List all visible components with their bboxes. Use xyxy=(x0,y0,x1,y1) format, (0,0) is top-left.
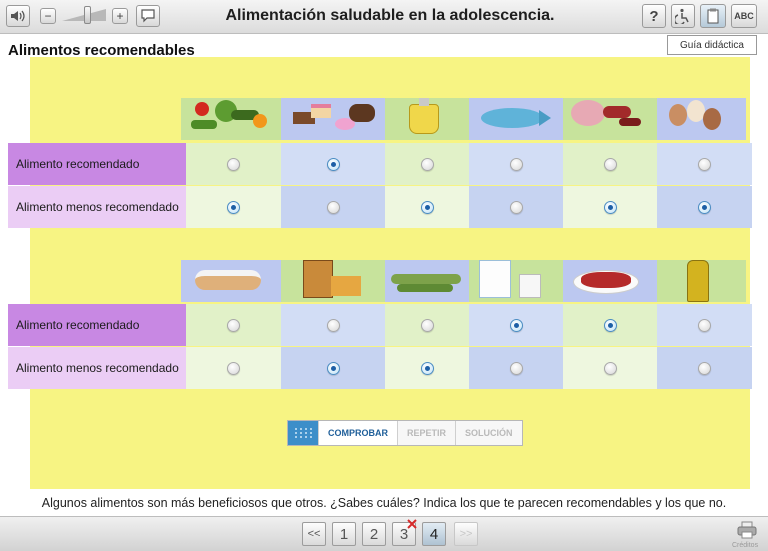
repetir-button[interactable]: REPETIR xyxy=(397,421,456,445)
radio-cell xyxy=(563,143,657,185)
page-1-button[interactable]: 1 xyxy=(332,522,356,546)
radio-cell xyxy=(385,186,469,228)
page-4-button[interactable]: 4 xyxy=(422,522,446,546)
table-1-row-less-recommended: Alimento menos recomendado xyxy=(8,186,752,228)
radio-recomendado-frutas[interactable] xyxy=(227,157,240,171)
radio-cell xyxy=(186,347,281,389)
radio-recomendado-cereales[interactable] xyxy=(326,318,340,332)
volume-slider[interactable] xyxy=(62,6,106,24)
radio-cell xyxy=(657,304,752,346)
volume-down-button[interactable]: − xyxy=(40,8,56,24)
radio-recomendado-carnes[interactable] xyxy=(603,157,617,171)
radio-cell xyxy=(563,347,657,389)
radio-cell xyxy=(281,304,385,346)
radio-menos-cereales[interactable] xyxy=(326,361,340,375)
aceite-icon xyxy=(385,98,469,140)
radio-recomendado-pescado[interactable] xyxy=(509,157,523,171)
radio-menos-aceite-botella[interactable] xyxy=(698,361,711,375)
dulces-icon xyxy=(281,98,385,140)
legumbres-icon xyxy=(385,260,469,302)
radio-menos-bolleria[interactable] xyxy=(227,361,240,375)
incorrect-mark-icon xyxy=(407,519,417,529)
comprobar-button[interactable]: COMPROBAR xyxy=(318,421,397,445)
help-button[interactable]: ? xyxy=(642,4,666,28)
page-2-button[interactable]: 2 xyxy=(362,522,386,546)
carnes-embutidos-icon xyxy=(563,98,657,140)
radio-recomendado-aceite-botella[interactable] xyxy=(698,318,711,332)
radio-menos-carnes[interactable] xyxy=(603,200,617,214)
dots-icon xyxy=(288,421,318,445)
radio-menos-carne-roja[interactable] xyxy=(603,361,617,375)
printer-icon[interactable] xyxy=(737,521,757,544)
row-label-less-recommended: Alimento menos recomendado xyxy=(8,347,186,389)
speaker-icon[interactable] xyxy=(6,5,30,27)
radio-cell xyxy=(469,186,563,228)
abc-button[interactable]: ABC xyxy=(731,4,757,28)
solucion-button[interactable]: SOLUCIÓN xyxy=(455,421,522,445)
frutas-verduras-icon xyxy=(181,98,281,140)
radio-cell xyxy=(385,347,469,389)
speech-bubble-icon[interactable] xyxy=(136,5,160,27)
radio-recomendado-legumbres[interactable] xyxy=(420,318,434,332)
radio-menos-dulces[interactable] xyxy=(326,200,340,214)
radio-recomendado-aceite[interactable] xyxy=(420,157,434,171)
table-2-row-less-recommended: Alimento menos recomendado xyxy=(8,347,752,389)
radio-cell xyxy=(281,186,385,228)
radio-cell xyxy=(563,186,657,228)
radio-menos-pescado[interactable] xyxy=(509,200,523,214)
instructions-text: Algunos alimentos son más beneficiosos q… xyxy=(0,490,768,516)
clipboard-icon[interactable] xyxy=(700,4,726,28)
table-2-row-recommended: Alimento recomendado xyxy=(8,304,752,346)
pescado-icon xyxy=(469,98,563,140)
food-strip-1 xyxy=(181,98,746,140)
radio-cell xyxy=(281,347,385,389)
table-1-row-recommended: Alimento recomendado xyxy=(8,143,752,185)
radio-menos-legumbres[interactable] xyxy=(420,361,434,375)
radio-menos-lacteos[interactable] xyxy=(509,361,523,375)
radio-cell xyxy=(657,347,752,389)
guia-didactica-button[interactable]: Guía didáctica xyxy=(667,35,757,55)
radio-cell xyxy=(186,186,281,228)
radio-cell xyxy=(657,186,752,228)
row-label-less-recommended: Alimento menos recomendado xyxy=(8,186,186,228)
credits-link[interactable]: Créditos xyxy=(732,542,758,549)
cereales-icon xyxy=(281,260,385,302)
radio-recomendado-lacteos[interactable] xyxy=(509,318,523,332)
radio-recomendado-huevos[interactable] xyxy=(698,157,711,171)
radio-cell xyxy=(469,143,563,185)
radio-cell xyxy=(469,304,563,346)
app-title: Alimentación saludable en la adolescenci… xyxy=(225,7,555,24)
radio-cell xyxy=(563,304,657,346)
radio-cell xyxy=(186,143,281,185)
accessibility-icon[interactable] xyxy=(671,4,695,28)
first-page-button[interactable]: << xyxy=(302,522,326,546)
lacteos-icon xyxy=(469,260,563,302)
next-page-button[interactable]: >> xyxy=(454,522,478,546)
row-label-recommended: Alimento recomendado xyxy=(8,143,186,185)
radio-cell xyxy=(385,143,469,185)
volume-up-button[interactable]: + xyxy=(112,8,128,24)
row-label-recommended: Alimento recomendado xyxy=(8,304,186,346)
radio-cell xyxy=(385,304,469,346)
radio-cell xyxy=(186,304,281,346)
huevos-icon xyxy=(657,98,746,140)
radio-menos-frutas[interactable] xyxy=(227,200,240,214)
radio-recomendado-dulces[interactable] xyxy=(326,157,340,171)
radio-menos-aceite[interactable] xyxy=(420,200,434,214)
page-3-button[interactable]: 3 xyxy=(392,519,417,546)
volume-slider-handle[interactable] xyxy=(84,6,91,24)
action-buttons: COMPROBAR REPETIR SOLUCIÓN xyxy=(287,420,523,446)
radio-cell xyxy=(469,347,563,389)
radio-cell xyxy=(281,143,385,185)
bottom-navigation: << 1 2 3 4 >> Créditos xyxy=(0,516,768,551)
food-strip-2 xyxy=(181,260,746,302)
aceite-botella-icon xyxy=(657,260,746,302)
top-toolbar: − + Alimentación saludable en la adolesc… xyxy=(0,0,768,34)
bolleria-icon xyxy=(181,260,281,302)
radio-menos-huevos[interactable] xyxy=(698,200,711,214)
radio-cell xyxy=(657,143,752,185)
radio-recomendado-carne-roja[interactable] xyxy=(603,318,617,332)
radio-recomendado-bolleria[interactable] xyxy=(227,318,240,332)
carne-roja-icon xyxy=(563,260,657,302)
